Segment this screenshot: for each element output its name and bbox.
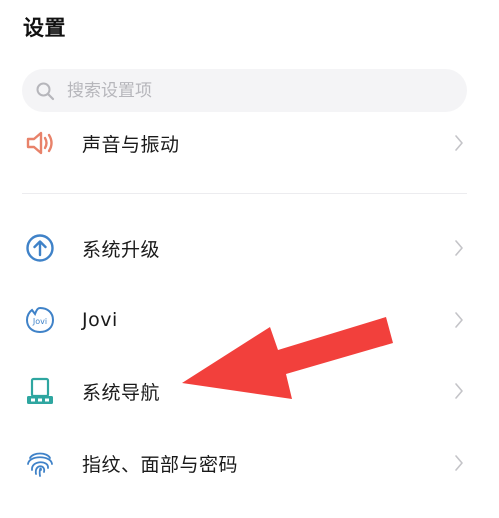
section-divider <box>22 193 467 194</box>
page-title: 设置 <box>23 16 66 40</box>
speaker-icon <box>23 126 57 160</box>
settings-item-label: 指纹、面部与密码 <box>82 453 239 476</box>
settings-item-system-navigation[interactable]: 系统导航 <box>0 362 499 420</box>
search-input[interactable] <box>65 79 429 102</box>
search-icon <box>35 81 55 101</box>
settings-item-label: 系统升级 <box>82 238 161 261</box>
svg-text:Jovi: Jovi <box>32 317 47 326</box>
settings-item-system-upgrade[interactable]: 系统升级 <box>0 219 499 277</box>
chevron-right-icon <box>452 309 466 331</box>
search-bar[interactable] <box>22 69 467 112</box>
chevron-right-icon <box>452 380 466 402</box>
jovi-icon: Jovi <box>23 303 57 337</box>
settings-item-label: 声音与振动 <box>82 133 180 156</box>
settings-item-label: 系统导航 <box>82 381 161 404</box>
settings-item-fingerprint-face-password[interactable]: 指纹、面部与密码 <box>0 434 499 492</box>
settings-item-sound-vibration[interactable]: 声音与振动 <box>0 114 499 172</box>
fingerprint-icon <box>23 446 57 480</box>
chevron-right-icon <box>452 452 466 474</box>
settings-page: 设置 声音与振动 <box>0 0 499 518</box>
settings-item-label: Jovi <box>82 309 118 331</box>
upgrade-arrow-icon <box>23 231 57 265</box>
settings-item-jovi[interactable]: Jovi Jovi <box>0 291 499 349</box>
chevron-right-icon <box>452 132 466 154</box>
navigation-icon <box>23 374 57 408</box>
chevron-right-icon <box>452 237 466 259</box>
